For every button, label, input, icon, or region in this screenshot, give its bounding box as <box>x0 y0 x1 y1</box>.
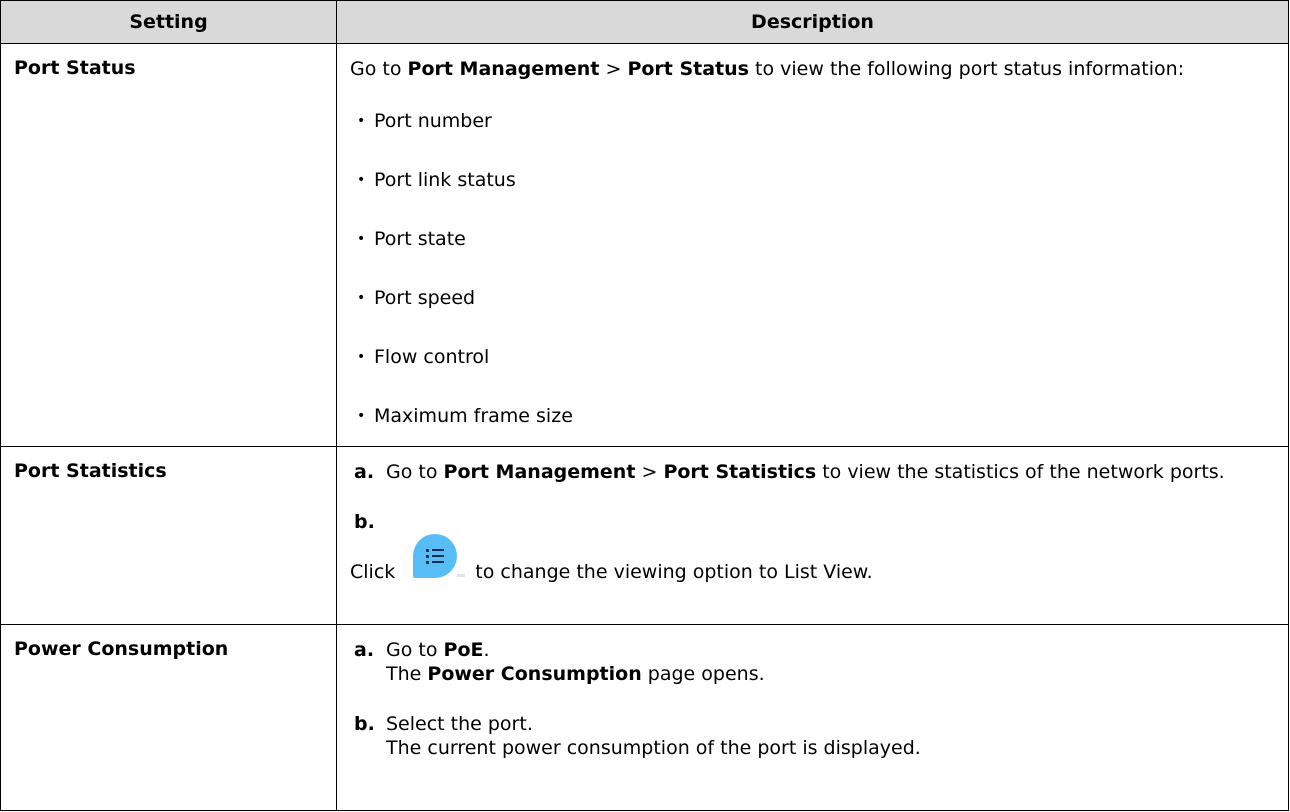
separator: > <box>641 461 658 483</box>
list-item: Flow control <box>350 345 1288 404</box>
menu-poe: PoE <box>443 639 484 661</box>
text-goto: Go to <box>350 58 402 80</box>
settings-table: Setting Description Port Status Go to Po… <box>0 0 1289 811</box>
step-label: a. <box>354 639 375 661</box>
text-prefix: The <box>386 663 422 685</box>
description-port-statistics: a. Go to Port Management > Port Statisti… <box>336 446 1289 625</box>
setting-port-status: Port Status <box>0 43 337 447</box>
description-port-status: Go to Port Management > Port Status to v… <box>336 43 1289 447</box>
list-item: Port speed <box>350 286 1288 345</box>
list-item: Port number <box>350 109 1288 168</box>
text-rest: to change the viewing option to List Vie… <box>475 561 873 583</box>
list-view-icon[interactable] <box>409 534 466 586</box>
port-status-intro: Go to Port Management > Port Status to v… <box>350 57 1288 81</box>
text-goto: Go to <box>386 639 438 661</box>
description-power-consumption: a. Go to PoE. The Power Consumption page… <box>336 624 1289 811</box>
menu-port-management: Port Management <box>443 461 636 483</box>
header-setting: Setting <box>0 0 337 44</box>
menu-port-management: Port Management <box>407 58 600 80</box>
page-port-status: Port Status <box>627 58 749 80</box>
text-suffix: page opens. <box>647 663 765 685</box>
text-click: Click <box>350 561 396 583</box>
text-rest: to view the following port status inform… <box>755 58 1185 80</box>
list-item: Maximum frame size <box>350 404 1288 428</box>
separator: > <box>605 58 622 80</box>
page-power-consumption: Power Consumption <box>427 663 642 685</box>
text-result: The current power consumption of the por… <box>386 737 921 759</box>
step-b: b. Select the port. The current power co… <box>350 712 1288 760</box>
text-goto: Go to <box>386 461 438 483</box>
step-b: b. Click to change the viewing option to… <box>350 510 1288 586</box>
step-label: b. <box>354 511 375 533</box>
table-row-port-statistics: Port Statistics a. Go to Port Management… <box>0 446 1289 625</box>
page-port-statistics: Port Statistics <box>663 461 817 483</box>
table-row-port-status: Port Status Go to Port Management > Port… <box>0 43 1289 447</box>
step-label: a. <box>354 461 375 483</box>
table-header-row: Setting Description <box>0 0 1289 44</box>
step-a: a. Go to Port Management > Port Statisti… <box>350 460 1288 484</box>
port-status-info-list: Port number Port link status Port state … <box>350 109 1288 428</box>
list-item: Port link status <box>350 168 1288 227</box>
period: . <box>483 639 490 661</box>
table-row-power-consumption: Power Consumption a. Go to PoE. The Powe… <box>0 624 1289 811</box>
setting-port-statistics: Port Statistics <box>0 446 337 625</box>
step-a: a. Go to PoE. The Power Consumption page… <box>350 638 1288 686</box>
setting-power-consumption: Power Consumption <box>0 624 337 811</box>
text-select-port: Select the port. <box>386 713 533 735</box>
list-item: Port state <box>350 227 1288 286</box>
text-rest: to view the statistics of the network po… <box>822 461 1225 483</box>
step-label: b. <box>354 713 375 735</box>
header-description: Description <box>336 0 1289 44</box>
